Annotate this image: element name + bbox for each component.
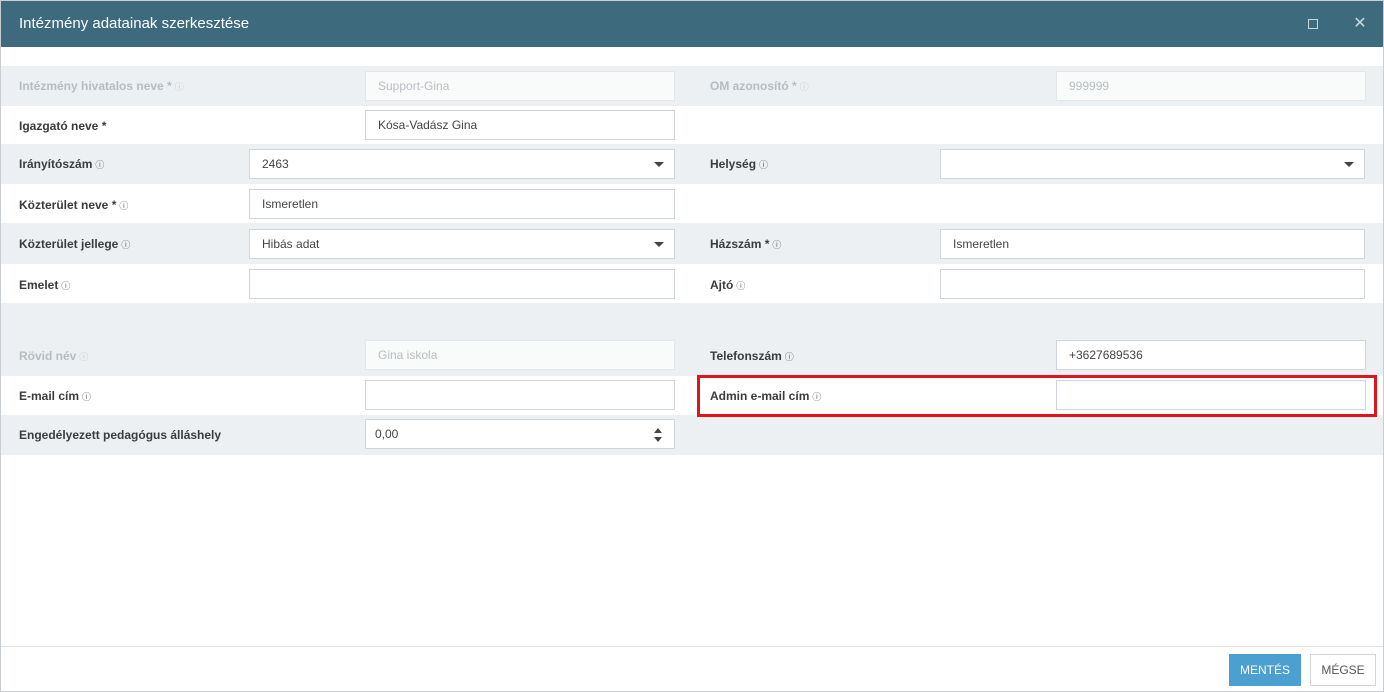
floor-input[interactable] — [249, 269, 675, 299]
house-number-input[interactable]: Ismeretlen — [940, 229, 1365, 259]
info-icon: ⓘ — [121, 240, 131, 250]
city-select[interactable] — [940, 149, 1365, 179]
email-input[interactable] — [365, 380, 675, 410]
form-row-street-type: Közterület jellege ⓘ Hibás adat Házszám *… — [1, 223, 1383, 264]
door-input[interactable] — [940, 269, 1365, 299]
short-name-label: Rövid név ⓘ — [19, 349, 89, 363]
chevron-down-icon — [654, 162, 664, 167]
form-row-street-name: Közterület neve * ⓘ Ismeretlen — [1, 184, 1383, 223]
form-row-teacher-positions: Engedélyezett pedagógus álláshely 0,00 — [1, 415, 1383, 455]
official-name-label: Intézmény hivatalos neve * ⓘ — [19, 79, 184, 93]
street-type-select[interactable]: Hibás adat — [249, 229, 675, 259]
official-name-input[interactable]: Support-Gina — [365, 71, 675, 101]
phone-label: Telefonszám ⓘ — [710, 349, 794, 363]
form-row-director: Igazgató neve * Kósa-Vadász Gina — [1, 106, 1383, 144]
info-icon: ⓘ — [82, 392, 92, 402]
form-row-floor: Emelet ⓘ Ajtó ⓘ — [1, 264, 1383, 303]
director-label: Igazgató neve * — [19, 119, 107, 133]
cancel-button[interactable]: MÉGSE — [1310, 654, 1376, 686]
info-icon: ⓘ — [759, 160, 769, 170]
section-divider — [1, 303, 1383, 337]
om-id-input[interactable]: 999999 — [1056, 71, 1366, 101]
info-icon: ⓘ — [784, 352, 794, 362]
info-icon: ⓘ — [95, 160, 105, 170]
spinner-arrows-icon[interactable] — [654, 428, 664, 442]
info-icon: ⓘ — [736, 281, 746, 291]
street-name-input[interactable]: Ismeretlen — [249, 189, 675, 219]
info-icon: ⓘ — [79, 352, 89, 362]
floor-label: Emelet ⓘ — [19, 278, 71, 292]
phone-input[interactable]: +3627689536 — [1056, 340, 1366, 370]
zip-label: Irányítószám ⓘ — [19, 157, 105, 171]
chevron-down-icon — [654, 242, 664, 247]
footer-divider — [1, 646, 1383, 647]
teacher-positions-label: Engedélyezett pedagógus álláshely — [19, 428, 222, 442]
highlight-box — [697, 375, 1377, 417]
city-label: Helység ⓘ — [710, 157, 769, 171]
save-button[interactable]: MENTÉS — [1229, 654, 1301, 686]
dialog-titlebar: Intézmény adatainak szerkesztése ✕ — [1, 1, 1383, 47]
info-icon: ⓘ — [61, 281, 71, 291]
street-type-label: Közterület jellege ⓘ — [19, 237, 131, 251]
form-row-zip: Irányítószám ⓘ 2463 Helység ⓘ — [1, 144, 1383, 184]
zip-select[interactable]: 2463 — [249, 149, 675, 179]
form-row-short-name: Rövid név ⓘ Gina iskola Telefonszám ⓘ +362… — [1, 337, 1383, 376]
close-icon[interactable]: ✕ — [1349, 13, 1371, 35]
info-icon: ⓘ — [772, 240, 782, 250]
edit-institution-dialog: Intézmény adatainak szerkesztése ✕ Intéz… — [0, 0, 1384, 692]
teacher-positions-stepper[interactable]: 0,00 — [365, 419, 675, 449]
short-name-input[interactable]: Gina iskola — [365, 340, 675, 370]
info-icon: ⓘ — [174, 82, 184, 92]
door-label: Ajtó ⓘ — [710, 278, 746, 292]
om-id-label: OM azonosító * ⓘ — [710, 79, 809, 93]
maximize-icon[interactable] — [1302, 13, 1324, 35]
director-input[interactable]: Kósa-Vadász Gina — [365, 110, 675, 140]
info-icon: ⓘ — [119, 201, 129, 211]
form-row-official-name: Intézmény hivatalos neve * ⓘ Support-Gina… — [1, 66, 1383, 106]
email-label: E-mail cím ⓘ — [19, 389, 92, 403]
house-number-label: Házszám * ⓘ — [710, 237, 782, 251]
chevron-down-icon — [1344, 162, 1354, 167]
info-icon: ⓘ — [799, 82, 809, 92]
street-name-label: Közterület neve * ⓘ — [19, 198, 129, 212]
dialog-title: Intézmény adatainak szerkesztése — [19, 15, 250, 32]
